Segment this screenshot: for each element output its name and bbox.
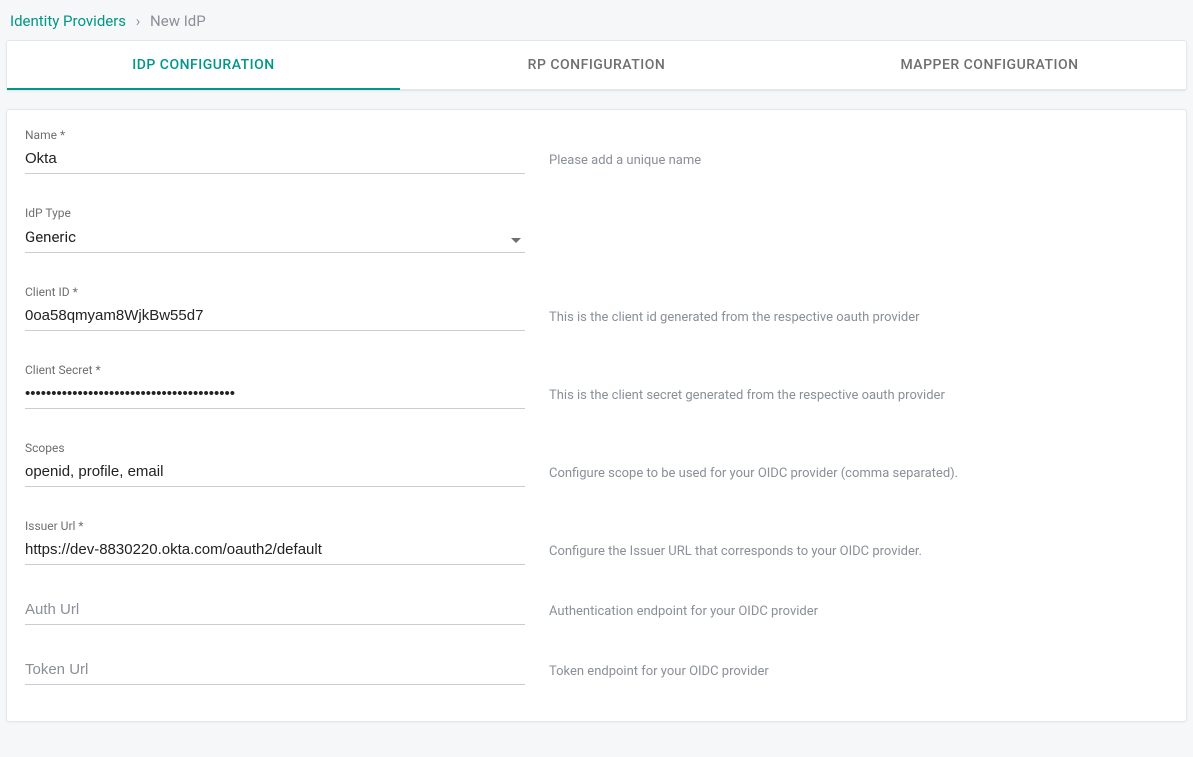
- row-name: Name * Please add a unique name: [25, 128, 1168, 174]
- page-root: Identity Providers › New IdP IDP CONFIGU…: [0, 0, 1193, 732]
- label-client-id: Client ID *: [25, 285, 525, 299]
- hint-issuer-url: Configure the Issuer URL that correspond…: [525, 544, 1168, 565]
- breadcrumb-current: New IdP: [150, 12, 206, 30]
- row-client-secret: Client Secret * This is the client secre…: [25, 363, 1168, 409]
- hint-client-id: This is the client id generated from the…: [525, 310, 1168, 331]
- form-card: Name * Please add a unique name IdP Type…: [6, 109, 1187, 722]
- tab-rp-configuration[interactable]: RP CONFIGURATION: [400, 41, 793, 89]
- hint-client-secret: This is the client secret generated from…: [525, 388, 1168, 409]
- row-scopes: Scopes Configure scope to be used for yo…: [25, 441, 1168, 487]
- input-scopes[interactable]: [25, 459, 525, 487]
- select-idp-type[interactable]: Generic: [25, 224, 525, 253]
- hint-name: Please add a unique name: [525, 153, 1168, 174]
- breadcrumb-root-link[interactable]: Identity Providers: [10, 12, 126, 30]
- hint-idp-type: [525, 247, 1168, 253]
- select-idp-type-value: Generic: [25, 224, 525, 253]
- breadcrumb: Identity Providers › New IdP: [6, 6, 1187, 40]
- hint-auth-url: Authentication endpoint for your OIDC pr…: [525, 604, 1168, 625]
- form-area: Name * Please add a unique name IdP Type…: [7, 110, 1186, 721]
- input-auth-url[interactable]: [25, 597, 525, 625]
- hint-scopes: Configure scope to be used for your OIDC…: [525, 466, 1168, 487]
- row-auth-url: Authentication endpoint for your OIDC pr…: [25, 597, 1168, 625]
- label-client-secret: Client Secret *: [25, 363, 525, 377]
- hint-token-url: Token endpoint for your OIDC provider: [525, 664, 1168, 685]
- label-scopes: Scopes: [25, 441, 525, 455]
- tabs-card: IDP CONFIGURATION RP CONFIGURATION MAPPE…: [6, 40, 1187, 91]
- input-token-url[interactable]: [25, 657, 525, 685]
- input-client-secret[interactable]: [25, 381, 525, 409]
- row-token-url: Token endpoint for your OIDC provider: [25, 657, 1168, 685]
- tab-mapper-configuration[interactable]: MAPPER CONFIGURATION: [793, 41, 1186, 89]
- label-name: Name *: [25, 128, 525, 142]
- input-name[interactable]: [25, 146, 525, 174]
- tab-idp-configuration[interactable]: IDP CONFIGURATION: [7, 41, 400, 89]
- row-idp-type: IdP Type Generic: [25, 206, 1168, 253]
- input-client-id[interactable]: [25, 303, 525, 331]
- label-idp-type: IdP Type: [25, 206, 525, 220]
- row-issuer-url: Issuer Url * Configure the Issuer URL th…: [25, 519, 1168, 565]
- row-client-id: Client ID * This is the client id genera…: [25, 285, 1168, 331]
- tabs-bar: IDP CONFIGURATION RP CONFIGURATION MAPPE…: [7, 41, 1186, 90]
- breadcrumb-separator: ›: [136, 12, 141, 30]
- label-issuer-url: Issuer Url *: [25, 519, 525, 533]
- input-issuer-url[interactable]: [25, 537, 525, 565]
